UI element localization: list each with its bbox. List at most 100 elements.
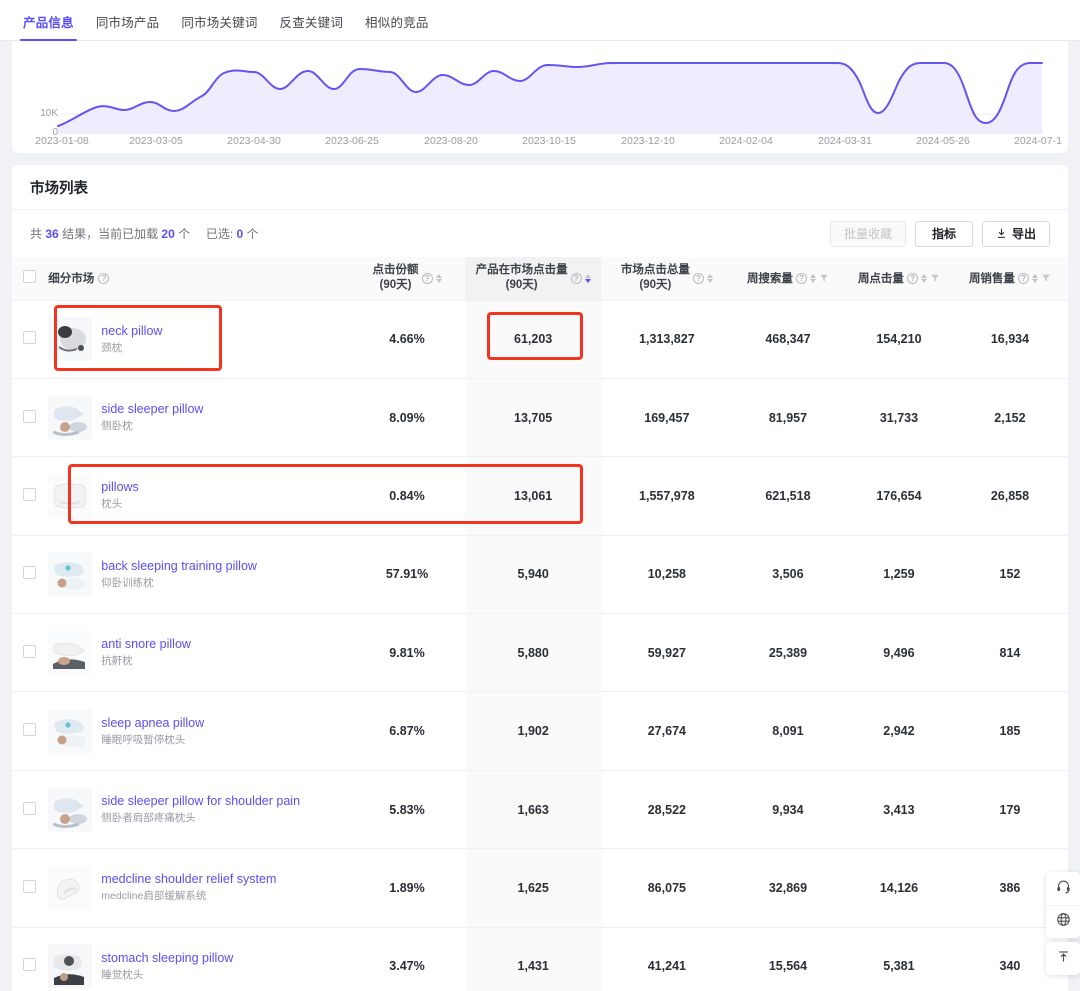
cell-product-clicks: 5,880 [465, 613, 602, 693]
table-row[interactable]: back sleeping training pillow 仰卧训练枕 57.9… [12, 535, 1068, 615]
row-checkbox[interactable] [22, 958, 36, 972]
cell-product-clicks: 1,625 [465, 848, 602, 928]
market-name-link[interactable]: stomach sleeping pillow [101, 950, 233, 967]
help-icon[interactable]: ? [421, 272, 433, 284]
cell-market-clicks: 1,557,978 [601, 456, 733, 536]
row-name-cell: side sleeper pillow for shoulder pain 侧卧… [46, 770, 350, 850]
header-subcategory-label: 细分市场 [48, 273, 95, 286]
row-select-cell [12, 378, 47, 458]
table-row[interactable]: side sleeper pillow 侧卧枕 8.09% 13,705 169… [12, 378, 1068, 458]
select-all-checkbox[interactable] [22, 270, 36, 284]
sort-icon[interactable] [435, 273, 442, 283]
filter-icon[interactable] [930, 273, 940, 283]
tab-product-info[interactable]: 产品信息 [12, 12, 85, 41]
tab-similar-competitors[interactable]: 相似的竞品 [354, 12, 440, 40]
header-click-share-label: 点击份额 [372, 264, 419, 277]
toolbar-buttons: 批量收藏 指标 导出 [829, 220, 1050, 247]
filter-icon[interactable] [819, 273, 829, 283]
cell-click-share: 3.47% [349, 927, 466, 991]
cell-weekly-click: 154,210 [843, 300, 955, 379]
back-to-top-button[interactable] [1046, 942, 1080, 975]
table-row[interactable]: pillows 枕头 0.84% 13,061 1,557,978 621,51… [12, 456, 1068, 536]
market-name-cn: 枕头 [101, 498, 123, 511]
help-icon[interactable]: ? [570, 272, 582, 284]
row-name-cell: side sleeper pillow 侧卧枕 [46, 378, 350, 458]
sort-icon-active[interactable] [584, 273, 591, 283]
header-market-clicks-label: 市场点击总量 [620, 264, 690, 277]
row-name-cell: anti snore pillow 抗鼾枕 [46, 613, 350, 693]
market-name-link[interactable]: sleep apnea pillow [101, 715, 204, 732]
header-click-share[interactable]: 点击份额 (90天) ? [349, 257, 466, 301]
row-checkbox[interactable] [22, 644, 36, 658]
row-checkbox[interactable] [22, 487, 36, 501]
cell-weekly-search: 3,506 [732, 535, 844, 615]
filter-icon[interactable] [1041, 273, 1051, 283]
cell-partial [1065, 456, 1068, 536]
row-checkbox[interactable] [22, 801, 36, 815]
market-name-link[interactable]: side sleeper pillow for shoulder pain [101, 793, 300, 810]
globe-icon-button[interactable] [1046, 905, 1080, 938]
table-row[interactable]: stomach sleeping pillow 睡觉枕头 3.47% 1,431… [12, 927, 1068, 991]
batch-favorite-button[interactable]: 批量收藏 [829, 220, 906, 247]
market-name-link[interactable]: side sleeper pillow [101, 401, 203, 418]
tab-same-market-products[interactable]: 同市场产品 [85, 12, 171, 40]
page-root: 产品信息 同市场产品 同市场关键词 反查关键词 相似的竞品 10K 0 2023… [0, 0, 1080, 991]
help-icon[interactable]: ? [906, 272, 918, 284]
summary-unit-1: 个 [178, 227, 191, 241]
market-name-link[interactable]: back sleeping training pillow [101, 558, 257, 575]
market-name-link[interactable]: medcline shoulder relief system [101, 871, 276, 888]
cell-weekly-sales: 2,152 [954, 378, 1066, 458]
header-market-clicks[interactable]: 市场点击总量 (90天) ? [601, 257, 733, 301]
market-name-cn: 睡眠呼吸暂停枕头 [101, 733, 186, 746]
market-name-link[interactable]: pillows [101, 479, 139, 496]
metrics-button[interactable]: 指标 [914, 220, 973, 247]
cell-market-clicks: 10,258 [601, 535, 733, 615]
market-name-cn: 抗鼾枕 [101, 655, 133, 668]
market-table-head: 细分市场 ? 点击份额 (90天) ? 产品在市场点击量 (90天) ? 市场点… [12, 257, 1068, 301]
row-checkbox[interactable] [22, 331, 36, 345]
header-partial-column[interactable]: 数 [1065, 257, 1068, 301]
sort-icon[interactable] [920, 273, 927, 283]
market-name-cn: 颈枕 [101, 341, 123, 354]
cell-weekly-click: 31,733 [843, 378, 955, 458]
cell-product-clicks: 1,902 [465, 691, 602, 771]
table-row[interactable]: anti snore pillow 抗鼾枕 9.81% 5,880 59,927… [12, 613, 1068, 693]
market-name-link[interactable]: anti snore pillow [101, 636, 191, 653]
row-checkbox[interactable] [22, 879, 36, 893]
sort-icon[interactable] [706, 273, 713, 283]
sort-icon[interactable] [1031, 273, 1038, 283]
row-select-cell [12, 848, 47, 928]
market-name-cn: 侧卧者肩部疼痛枕头 [101, 812, 196, 825]
table-row[interactable]: side sleeper pillow for shoulder pain 侧卧… [12, 770, 1068, 850]
row-checkbox[interactable] [22, 723, 36, 737]
market-name-link[interactable]: neck pillow [101, 323, 162, 340]
help-icon[interactable]: ? [692, 272, 704, 284]
tab-same-market-keywords[interactable]: 同市场关键词 [170, 12, 268, 40]
sleep-apnea-pillow-thumb [48, 709, 93, 754]
row-checkbox[interactable] [22, 566, 36, 580]
row-checkbox[interactable] [22, 409, 36, 423]
x-tick-7: 2024-02-04 [719, 135, 773, 147]
export-button[interactable]: 导出 [981, 220, 1050, 247]
sort-icon[interactable] [809, 273, 816, 283]
table-row[interactable]: sleep apnea pillow 睡眠呼吸暂停枕头 6.87% 1,902 … [12, 691, 1068, 771]
help-icon[interactable]: ? [795, 272, 807, 284]
summary-total: 36 [45, 227, 59, 241]
tab-reverse-keywords[interactable]: 反查关键词 [269, 12, 355, 40]
header-weekly-sales[interactable]: 周销售量 ? [954, 257, 1066, 301]
help-icon[interactable]: ? [1017, 272, 1029, 284]
header-weekly-search[interactable]: 周搜索量 ? [732, 257, 844, 301]
headset-icon-button[interactable] [1046, 872, 1080, 905]
header-product-clicks[interactable]: 产品在市场点击量 (90天) ? [465, 257, 602, 301]
tab-bar: 产品信息 同市场产品 同市场关键词 反查关键词 相似的竞品 [0, 0, 1080, 41]
market-table-wrap[interactable]: 细分市场 ? 点击份额 (90天) ? 产品在市场点击量 (90天) ? 市场点… [12, 257, 1068, 991]
header-weekly-click[interactable]: 周点击量 ? [843, 257, 955, 301]
cell-partial [1065, 378, 1068, 458]
cell-weekly-click: 14,126 [843, 848, 955, 928]
market-name-cn: 侧卧枕 [101, 420, 133, 433]
table-row[interactable]: neck pillow 颈枕 4.66% 61,203 1,313,827 46… [12, 300, 1068, 379]
cell-click-share: 8.09% [349, 378, 466, 458]
help-icon[interactable]: ? [98, 272, 110, 284]
cell-weekly-sales: 152 [954, 535, 1066, 615]
table-row[interactable]: medcline shoulder relief system medcline… [12, 848, 1068, 928]
